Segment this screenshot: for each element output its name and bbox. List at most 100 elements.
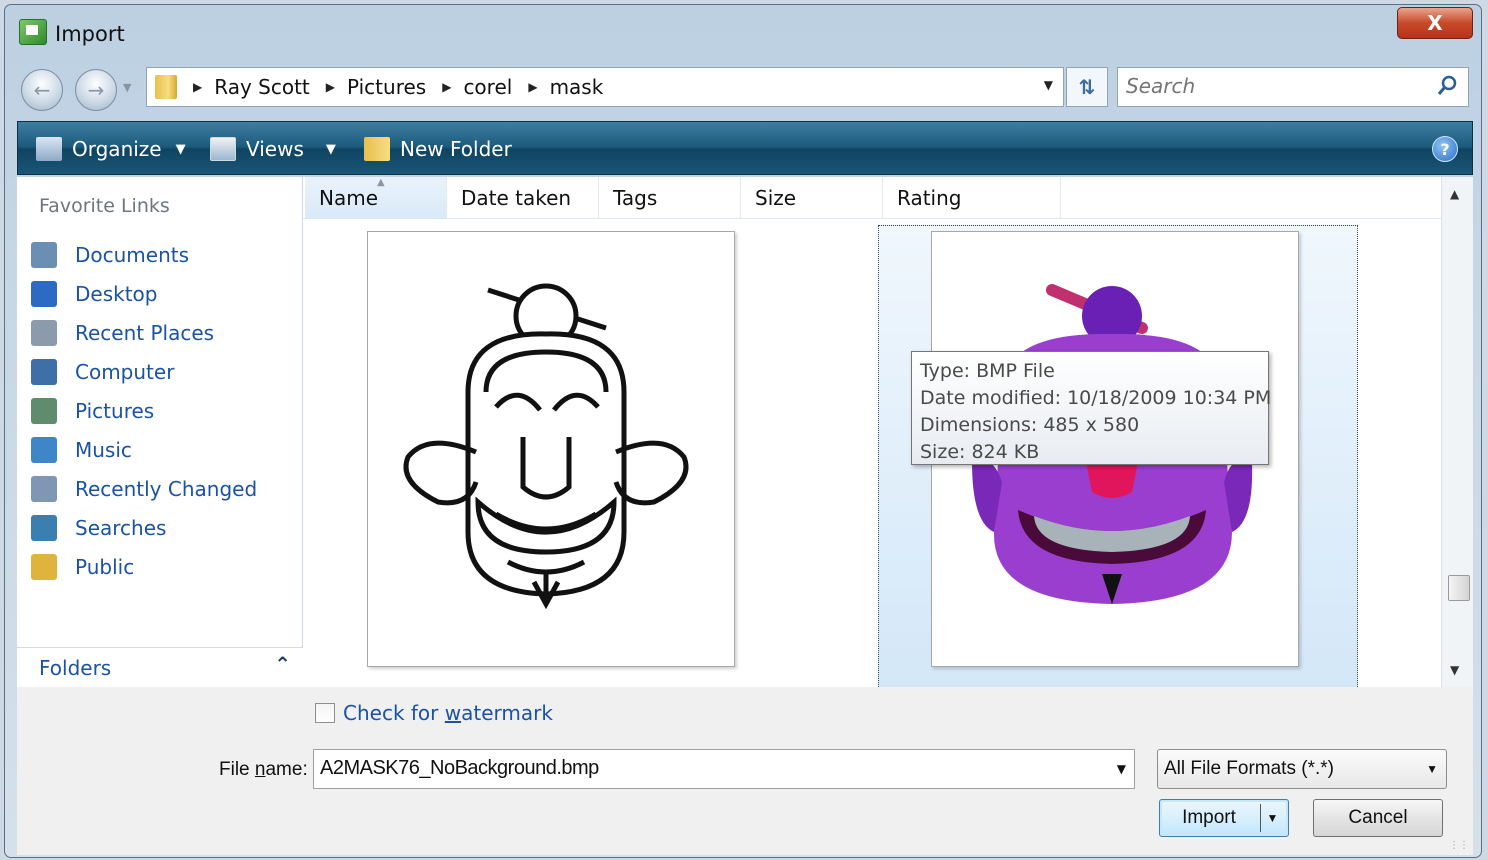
recent-pages-dropdown[interactable]: ▼ <box>123 81 137 99</box>
column-date-taken[interactable]: Date taken <box>447 177 599 219</box>
file-name-label: File name: <box>219 759 308 781</box>
address-bar[interactable]: ▶ Ray Scott ▶ Pictures ▶ corel ▶ mask ▼ <box>146 67 1064 107</box>
resize-grip-icon[interactable]: ⋮⋮ <box>1449 840 1469 851</box>
organize-caret-icon: ▼ <box>175 141 186 157</box>
breadcrumb-corel[interactable]: corel <box>463 75 512 99</box>
favorite-links-heading: Favorite Links <box>39 195 170 217</box>
fav-documents[interactable]: Documents <box>31 235 257 274</box>
file-name-label-part: File <box>219 759 255 780</box>
search-icon[interactable] <box>1436 74 1458 98</box>
breadcrumb-pictures[interactable]: Pictures <box>347 75 426 99</box>
help-icon[interactable]: ? <box>1432 136 1458 162</box>
fav-label: Recently Changed <box>75 476 258 501</box>
import-button[interactable]: Import ▼ <box>1159 799 1289 837</box>
column-name[interactable]: Name ▲ <box>305 177 447 219</box>
refresh-button[interactable]: ⇅ <box>1066 67 1108 107</box>
import-dialog: Import X ← → ▼ ▶ Ray Scott ▶ Pictures ▶ … <box>4 4 1482 858</box>
folders-toggle[interactable]: Folders ⌃ <box>17 647 303 687</box>
forward-arrow-icon: → <box>87 78 105 102</box>
import-split-dropdown-icon[interactable]: ▼ <box>1260 804 1284 832</box>
tooltip-dimensions: Dimensions: 485 x 580 <box>920 414 1140 436</box>
fav-label: Documents <box>75 242 190 267</box>
file-name-combobox[interactable]: ▼ <box>313 749 1135 789</box>
column-label: Rating <box>897 186 962 210</box>
tooltip-size: Size: 824 KB <box>920 441 1040 463</box>
recent-places-icon <box>31 319 57 346</box>
new-folder-icon <box>364 137 390 161</box>
views-menu[interactable]: Views ▼ <box>210 134 336 164</box>
new-folder-button[interactable]: New Folder <box>364 134 512 164</box>
fav-recently-changed[interactable]: Recently Changed <box>31 469 257 508</box>
breadcrumb-chevron-icon[interactable]: ▶ <box>193 80 202 94</box>
fav-searches[interactable]: Searches <box>31 508 257 547</box>
favorite-links-list: Documents Desktop Recent Places Computer… <box>31 235 257 586</box>
file-name-field[interactable] <box>320 750 1100 786</box>
watermark-label-accel: w <box>444 701 462 725</box>
address-dropdown-icon[interactable]: ▼ <box>1044 78 1053 92</box>
vertical-scrollbar[interactable]: ▲ ▼ <box>1441 177 1473 687</box>
watermark-label-part: atermark <box>461 701 553 725</box>
tooltip-date-modified: Date modified: 10/18/2009 10:34 PM <box>920 387 1272 409</box>
fav-label: Recent Places <box>75 320 215 345</box>
column-size[interactable]: Size <box>741 177 883 219</box>
fav-label: Public <box>75 554 135 579</box>
tooltip-type: Type: BMP File <box>920 360 1055 382</box>
fav-public[interactable]: Public <box>31 547 257 586</box>
fav-recent-places[interactable]: Recent Places <box>31 313 257 352</box>
breadcrumb-ray-scott[interactable]: Ray Scott <box>214 75 310 99</box>
column-label: Date taken <box>461 186 572 210</box>
organize-menu[interactable]: Organize ▼ <box>36 134 186 164</box>
scroll-thumb[interactable] <box>1448 575 1470 601</box>
fav-label: Pictures <box>75 398 155 423</box>
fav-pictures[interactable]: Pictures <box>31 391 257 430</box>
file-name-label-accel: n <box>254 759 266 780</box>
fav-label: Music <box>75 437 132 462</box>
import-app-icon <box>19 19 47 45</box>
watermark-checkbox[interactable] <box>315 703 335 723</box>
breadcrumb-mask[interactable]: mask <box>550 75 604 99</box>
breadcrumb-chevron-icon[interactable]: ▶ <box>528 80 537 94</box>
fav-desktop[interactable]: Desktop <box>31 274 257 313</box>
check-for-watermark[interactable]: Check for w atermark <box>315 701 553 725</box>
import-label: Import <box>1182 807 1236 828</box>
organize-label: Organize <box>72 137 162 161</box>
file-info-tooltip: Type: BMP File Date modified: 10/18/2009… <box>911 351 1272 465</box>
file-name-dropdown-icon[interactable]: ▼ <box>1117 762 1126 776</box>
scroll-down-icon[interactable]: ▼ <box>1450 663 1459 677</box>
column-rating[interactable]: Rating <box>883 177 1061 219</box>
column-header: Name ▲ Date taken Tags Size Rating <box>303 177 1441 219</box>
chevron-up-icon: ⌃ <box>274 652 291 676</box>
cancel-button[interactable]: Cancel <box>1313 799 1443 837</box>
fav-music[interactable]: Music <box>31 430 257 469</box>
fav-label: Desktop <box>75 281 158 306</box>
scroll-up-icon[interactable]: ▲ <box>1450 187 1459 201</box>
fav-label: Searches <box>75 515 167 540</box>
views-label: Views <box>246 137 304 161</box>
back-button[interactable]: ← <box>21 69 63 111</box>
searches-icon <box>31 514 57 541</box>
back-arrow-icon: ← <box>33 78 51 102</box>
column-tags[interactable]: Tags <box>599 177 741 219</box>
search-box[interactable] <box>1117 67 1469 107</box>
breadcrumb-chevron-icon[interactable]: ▶ <box>326 80 335 94</box>
pictures-icon <box>31 397 57 424</box>
dialog-footer: Check for watermark File name: ▼ All Fil… <box>17 687 1473 855</box>
breadcrumb-chevron-icon[interactable]: ▶ <box>442 80 451 94</box>
computer-icon <box>31 358 57 385</box>
folders-label: Folders <box>39 656 112 680</box>
close-button[interactable]: X <box>1397 7 1473 39</box>
column-label: Size <box>755 186 797 210</box>
column-label: Tags <box>613 186 658 210</box>
organize-icon <box>36 137 62 161</box>
fav-computer[interactable]: Computer <box>31 352 257 391</box>
command-toolbar: Organize ▼ Views ▼ New Folder ? <box>17 121 1473 175</box>
window-title: Import <box>55 22 125 46</box>
file-list-view: Name ▲ Date taken Tags Size Rating Type:… <box>303 177 1441 687</box>
file-format-select[interactable]: All File Formats (*.*) ▼ <box>1157 749 1447 789</box>
folder-icon <box>155 75 177 99</box>
navigation-pane: Favorite Links Documents Desktop Recent … <box>17 177 303 687</box>
mask-line-art-image <box>403 283 689 610</box>
search-input[interactable] <box>1126 68 1426 104</box>
forward-button[interactable]: → <box>75 69 117 111</box>
file-thumbnail[interactable] <box>367 231 735 667</box>
